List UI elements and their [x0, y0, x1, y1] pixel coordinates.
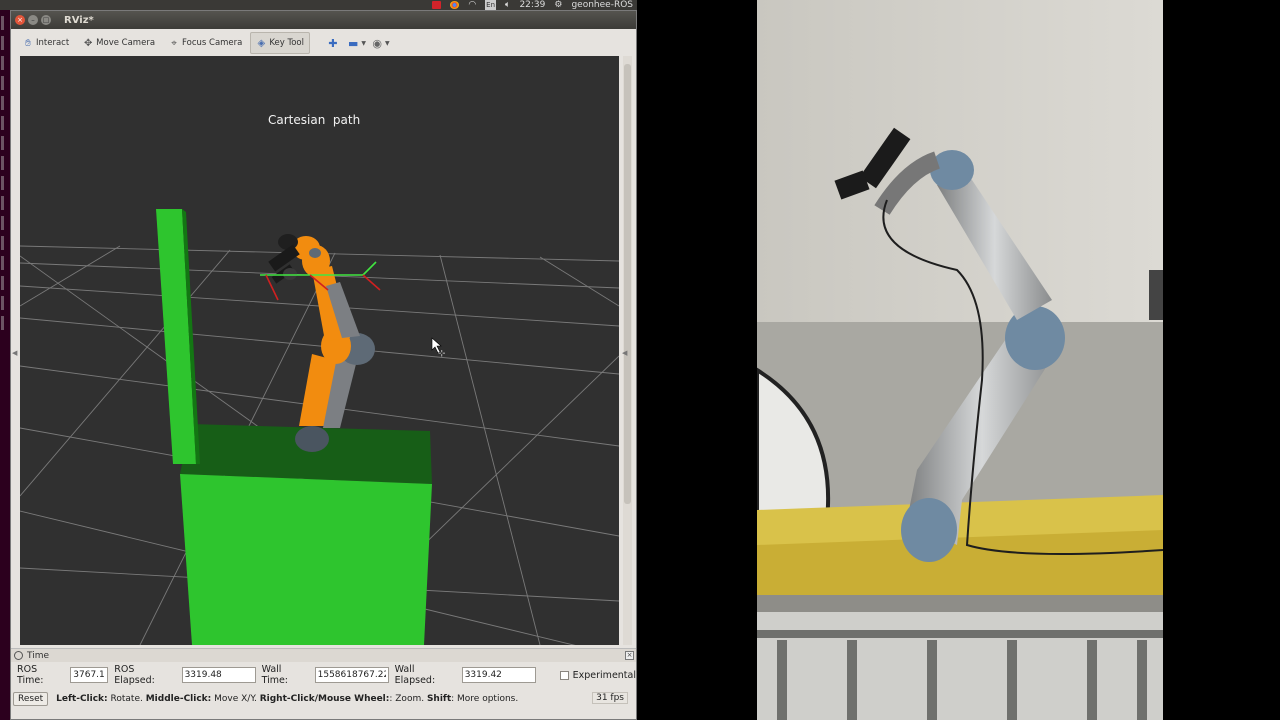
fps-counter: 31 fps [592, 692, 628, 704]
ros-elapsed-label: ROS Elapsed: [114, 664, 155, 686]
rviz-window: × – □ RViz* ✋︎ Interact ✥ Move Camera ⌖ … [10, 10, 637, 720]
wall-time-field[interactable] [314, 667, 389, 683]
maximize-window-button[interactable]: □ [41, 15, 51, 25]
table-front-face [180, 474, 432, 645]
svg-text:⊹: ⊹ [438, 349, 446, 359]
key-diamond-icon: ◈ [257, 37, 266, 49]
chevron-down-icon: ▼ [385, 39, 390, 47]
interact-label: Interact [36, 38, 70, 48]
volume-icon[interactable]: 🔈︎ [505, 0, 510, 10]
ros-elapsed-field[interactable] [181, 667, 256, 683]
key-tool-label: Key Tool [269, 38, 304, 48]
render-viewport[interactable]: ⊹ Cartesian path [20, 56, 619, 645]
time-values-row: ROS Time: ROS Elapsed: Wall Time: Wall E… [11, 662, 636, 688]
user-name[interactable]: geonhee-ROS [571, 0, 633, 10]
indicator-red-icon[interactable] [432, 1, 442, 9]
clock-icon [14, 651, 23, 660]
add-tool-button[interactable]: ✚ [322, 32, 344, 54]
mouse-cursor-icon: ⊹ [431, 337, 446, 359]
minimize-window-button[interactable]: – [28, 15, 38, 25]
crosshair-icon: ⌖ [171, 37, 177, 49]
move-camera-tool-button[interactable]: ✥ Move Camera [77, 32, 161, 54]
wall-elapsed-label: Wall Elapsed: [394, 664, 436, 686]
tool-toolbar: ✋︎ Interact ✥ Move Camera ⌖ Focus Camera… [11, 29, 636, 57]
close-window-button[interactable]: × [15, 15, 25, 25]
hand-icon: ✋︎ [25, 37, 31, 49]
time-panel-title: Time [27, 650, 50, 661]
robot-photo [757, 0, 1163, 720]
time-panel: Time × ROS Time: ROS Elapsed: Wall Time:… [11, 648, 636, 718]
ros-time-field[interactable] [70, 667, 109, 683]
chrome-icon[interactable] [450, 1, 460, 9]
chevron-down-icon: ▼ [361, 39, 367, 47]
wall-time-label: Wall Time: [261, 664, 289, 686]
wall-elapsed-field[interactable] [461, 667, 536, 683]
settings-gear-icon[interactable]: ⚙ [554, 0, 562, 10]
collapse-left-arrow-icon[interactable]: ◀ [12, 349, 17, 357]
close-panel-button[interactable]: × [625, 651, 634, 660]
minus-icon: ▬ [347, 36, 359, 50]
clock-label[interactable]: 22:39 [519, 0, 545, 10]
status-bar: Reset Left-Click: Rotate. Middle-Click: … [11, 688, 636, 710]
viewport-overlay-text: Cartesian path [268, 113, 361, 127]
window-title: RViz* [64, 14, 94, 26]
ros-time-label: ROS Time: [17, 664, 44, 686]
experimental-label: Experimental [572, 669, 636, 681]
background-terminal [0, 10, 10, 720]
interact-tool-button[interactable]: ✋︎ Interact [17, 32, 75, 54]
system-top-panel: ◠ En 🔈︎ 22:39 ⚙ geonhee-ROS [0, 0, 637, 10]
robot-photo-svg [757, 0, 1163, 720]
system-tray: ◠ En 🔈︎ 22:39 ⚙ geonhee-ROS [432, 0, 633, 10]
focus-camera-tool-button[interactable]: ⌖ Focus Camera [163, 32, 248, 54]
mouse-hints: Left-Click: Rotate. Middle-Click: Move X… [56, 694, 519, 704]
remove-tool-button[interactable]: ▬ ▼ [346, 32, 368, 54]
keyboard-indicator[interactable]: En [485, 0, 497, 10]
window-titlebar[interactable]: × – □ RViz* [11, 11, 636, 29]
move-arrows-icon: ✥ [83, 37, 93, 49]
experimental-checkbox[interactable] [559, 670, 569, 680]
plus-icon: ✚ [328, 36, 338, 50]
time-panel-header[interactable]: Time × [11, 648, 636, 662]
camera-type-button[interactable]: ◉ ▼ [370, 32, 392, 54]
wifi-icon[interactable]: ◠ [468, 0, 476, 10]
move-camera-label: Move Camera [96, 38, 156, 48]
focus-camera-label: Focus Camera [182, 38, 243, 48]
eye-icon: ◉ [372, 36, 382, 50]
collapse-right-arrow-icon[interactable]: ◀ [622, 349, 627, 357]
scene-svg: ⊹ [20, 209, 619, 645]
reset-button[interactable]: Reset [13, 692, 49, 706]
key-tool-button[interactable]: ◈ Key Tool [250, 32, 310, 54]
